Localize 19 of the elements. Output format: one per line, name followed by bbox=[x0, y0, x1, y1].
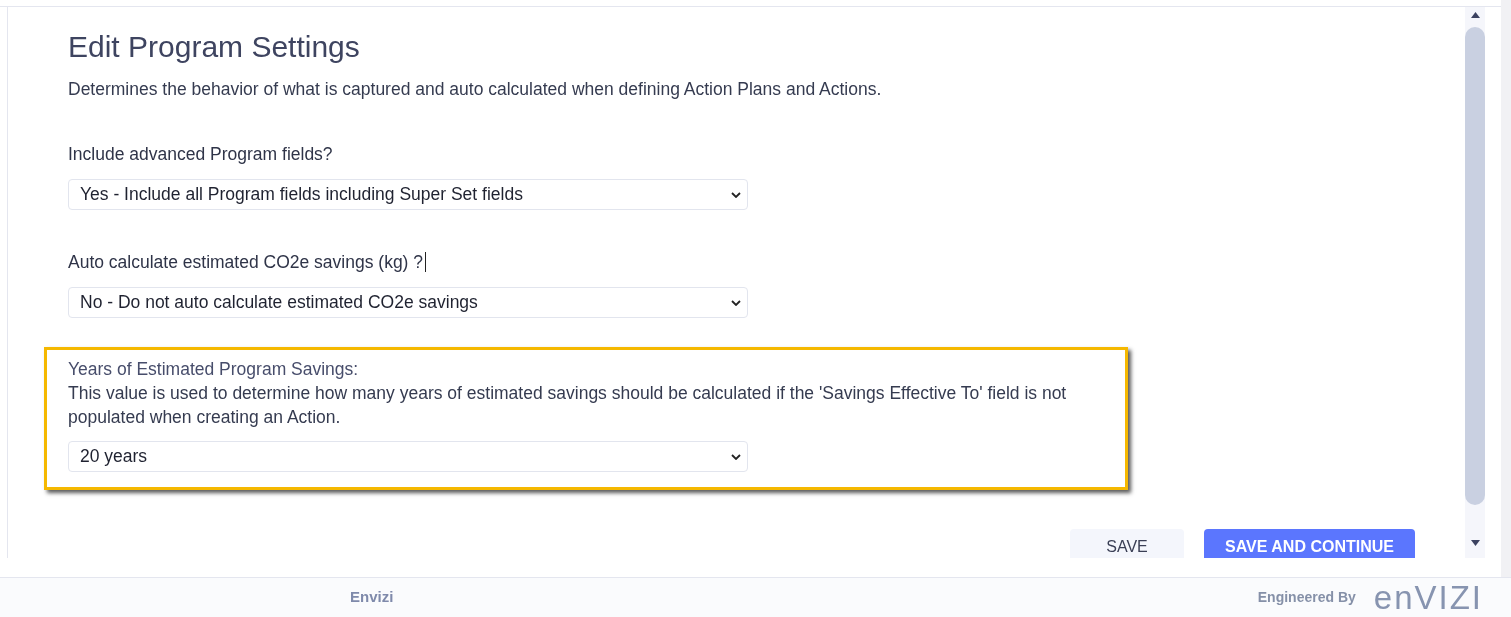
footer-brand-text: Envizi bbox=[350, 587, 394, 608]
save-button[interactable]: SAVE bbox=[1070, 529, 1184, 558]
scroll-down-icon[interactable] bbox=[1470, 540, 1480, 546]
chevron-down-icon bbox=[731, 453, 741, 460]
dropdown-select[interactable]: No - Do not auto calculate estimated CO2e savings bbox=[68, 287, 748, 318]
engineered-by-text: Engineered By bbox=[1257, 588, 1356, 607]
setting-label: Auto calculate estimated CO2e savings (kg) ? bbox=[68, 251, 424, 274]
setting-label: Years of Estimated Program Savings: bbox=[68, 358, 359, 381]
dropdown-select[interactable]: Yes - Include all Program fields including Super Set fields bbox=[68, 179, 748, 210]
chevron-down-icon bbox=[731, 299, 741, 306]
logo-wordmark: enVIZI bbox=[1373, 581, 1483, 614]
chevron-down-icon bbox=[731, 191, 741, 198]
page-title: Edit Program Settings bbox=[68, 29, 360, 65]
scroll-up-icon[interactable] bbox=[1470, 12, 1480, 18]
setting-help-text: This value is used to determine how many years of estimated savings should be calculated if the 'Savings Effective To' field is not populated when creating an Action. bbox=[68, 382, 1068, 429]
dropdown-select[interactable]: 20 years bbox=[68, 441, 748, 472]
setting-label: Include advanced Program fields? bbox=[68, 143, 333, 166]
save-and-continue-button[interactable]: SAVE AND CONTINUE bbox=[1204, 529, 1415, 558]
page-description: Determines the behavior of what is captured and auto calculated when defining Action Plans and Actions. bbox=[68, 78, 882, 101]
